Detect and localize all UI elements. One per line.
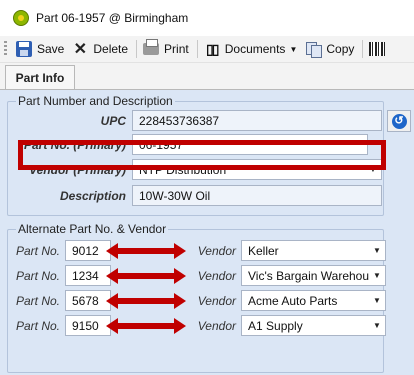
toolbar-separator [196,40,198,58]
refresh-icon: ↺ [391,113,407,129]
alt-part-label: Part No. [15,294,60,308]
copy-icon [305,41,323,58]
tab-strip: Part Info [0,63,414,89]
print-label: Print [164,42,189,56]
part-number-legend: Part Number and Description [16,94,175,108]
window-title: Part 06-1957 @ Birmingham [36,11,189,25]
copy-label: Copy [326,42,355,56]
alt-part-field-3[interactable]: 5678 [65,290,111,311]
print-button[interactable]: Print [140,38,194,60]
alt-vendor-value-2: Vic's Bargain Warehouse [248,269,382,283]
alt-part-label: Part No. [15,269,60,283]
chevron-down-icon[interactable]: ▼ [369,266,385,285]
alt-part-field-4[interactable]: 9150 [65,315,111,336]
save-icon [16,41,32,57]
alt-part-label: Part No. [15,319,60,333]
toolbar: Save ✕ Delete Print ▯▯ Documents ▼ Copy [0,36,414,63]
chevron-down-icon[interactable]: ▼ [369,316,385,335]
delete-button[interactable]: ✕ Delete [69,38,133,60]
double-arrow-icon [106,268,186,284]
upc-field[interactable]: 228453736387 [132,110,382,131]
chevron-down-icon[interactable]: ▼ [369,291,385,310]
delete-label: Delete [93,42,129,56]
double-arrow-icon [106,293,186,309]
documents-label: Documents [224,42,286,56]
upc-label: UPC [100,114,126,128]
documents-button[interactable]: ▯▯ Documents ▼ [201,38,303,60]
printer-icon [143,39,160,55]
save-button[interactable]: Save [13,38,69,60]
alt-vendor-label: Vendor [197,294,236,308]
toolbar-separator [136,40,138,58]
part-number-group: Part Number and Description UPC 22845373… [7,94,386,216]
toolbar-grip[interactable] [4,41,7,57]
double-arrow-icon [106,243,186,259]
alt-vendor-label: Vendor [197,319,236,333]
primary-part-highlight [18,140,386,170]
description-label: Description [59,189,126,203]
alt-part-label: Part No. [15,244,60,258]
tab-part-info[interactable]: Part Info [5,65,75,89]
alt-part-field-2[interactable]: 1234 [65,265,111,286]
alt-vendor-select-4[interactable]: A1 Supply ▼ [241,315,386,336]
app-icon [13,10,29,26]
alt-vendor-value-1: Keller [248,244,279,258]
alt-vendor-label: Vendor [197,269,236,283]
barcode-icon[interactable] [369,42,386,56]
chevron-down-icon: ▼ [289,44,298,54]
alternate-part-group: Alternate Part No. & Vendor Part No. 901… [7,222,386,373]
save-label: Save [37,42,65,56]
delete-icon: ✕ [73,41,88,58]
alternate-part-legend: Alternate Part No. & Vendor [16,222,169,236]
alt-vendor-label: Vendor [197,244,236,258]
refresh-button[interactable]: ↺ [387,110,411,132]
title-bar: Part 06-1957 @ Birmingham [0,0,414,36]
alt-vendor-value-4: A1 Supply [248,319,303,333]
alt-vendor-select-1[interactable]: Keller ▼ [241,240,386,261]
alt-vendor-select-3[interactable]: Acme Auto Parts ▼ [241,290,386,311]
alt-vendor-select-2[interactable]: Vic's Bargain Warehouse ▼ [241,265,386,286]
alt-vendor-value-3: Acme Auto Parts [248,294,338,308]
documents-icon: ▯▯ [206,40,219,57]
toolbar-separator [362,40,364,58]
copy-button[interactable]: Copy [302,38,359,60]
double-arrow-icon [106,318,186,334]
description-field[interactable]: 10W-30W Oil [132,185,382,206]
part-info-panel: Part Number and Description UPC 22845373… [0,89,414,375]
chevron-down-icon[interactable]: ▼ [369,241,385,260]
alt-part-field-1[interactable]: 9012 [65,240,111,261]
